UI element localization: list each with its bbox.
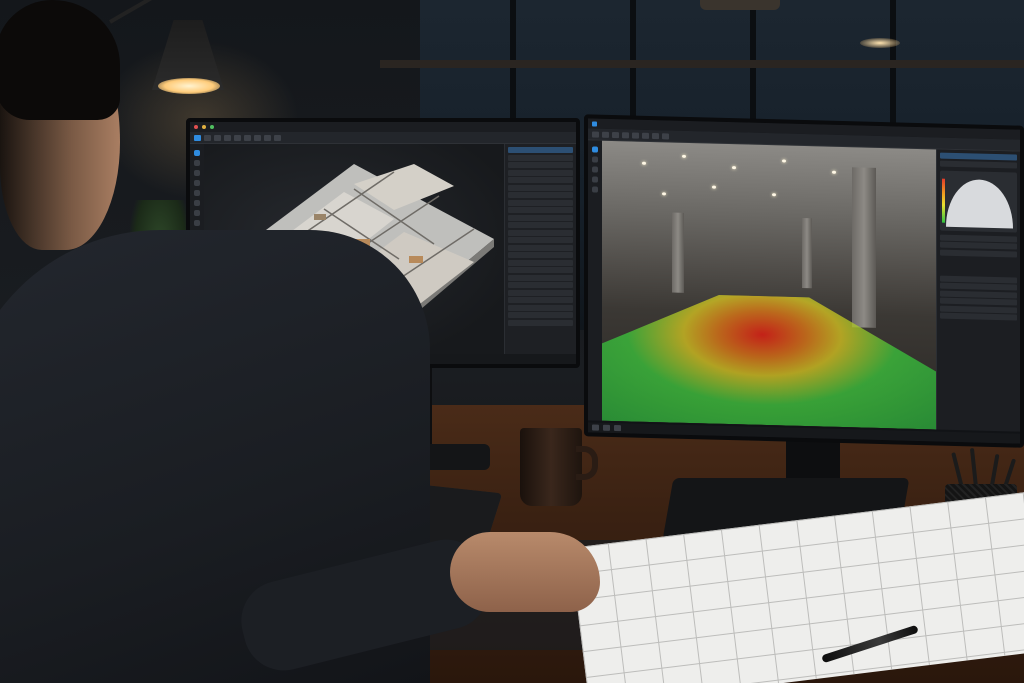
interior-column: [852, 167, 876, 328]
toolbar-tool-icon[interactable]: [662, 132, 669, 139]
interior-column: [802, 217, 812, 289]
panel-row[interactable]: [508, 304, 573, 311]
panel-row[interactable]: [508, 207, 573, 213]
toolbar-tool-icon[interactable]: [244, 134, 251, 141]
panel-row[interactable]: [508, 214, 573, 221]
panel-row[interactable]: [508, 274, 573, 281]
rail-tool-icon[interactable]: [194, 170, 200, 176]
panel-row[interactable]: [940, 249, 1017, 258]
toolbar-tool-icon[interactable]: [612, 131, 619, 138]
mug-handle: [576, 446, 598, 480]
ceiling-fixture-icon: [700, 0, 780, 10]
app-logo-icon: [592, 120, 597, 127]
toolbar-tool-icon[interactable]: [642, 132, 649, 139]
panel-row[interactable]: [508, 297, 573, 303]
toolbar-tool-icon[interactable]: [274, 134, 281, 141]
ceiling-light-icon: [832, 170, 836, 174]
ceiling-light-icon: [772, 193, 776, 197]
panel-row[interactable]: [940, 282, 1017, 291]
ceiling-light-icon: [712, 185, 716, 189]
lamp-bulb: [158, 78, 220, 94]
panel-row[interactable]: [508, 177, 573, 183]
toolbar-tool-icon[interactable]: [264, 134, 271, 141]
window-dot-icon[interactable]: [210, 125, 214, 129]
interior-column: [672, 212, 684, 293]
panel-row[interactable]: [508, 192, 573, 198]
heatmap-interior-viewport[interactable]: [602, 140, 936, 430]
panel-row[interactable]: [940, 160, 1017, 169]
panel-row[interactable]: [508, 229, 573, 236]
window-dot-icon[interactable]: [194, 125, 198, 129]
panel-row[interactable]: [508, 162, 573, 168]
rail-tool-icon[interactable]: [194, 160, 200, 166]
status-icon: [603, 424, 610, 431]
ceiling-light-icon: [642, 161, 646, 165]
toolbar-tool-icon[interactable]: [632, 131, 639, 139]
coffee-mug-icon: [520, 428, 582, 506]
panel-row[interactable]: [508, 222, 573, 228]
toolbar-tool-icon[interactable]: [214, 134, 221, 141]
panel-row[interactable]: [508, 237, 573, 243]
toolbar-tool-icon[interactable]: [254, 134, 261, 141]
panel-row[interactable]: [508, 319, 573, 326]
ceiling-light-icon: [860, 38, 900, 48]
mouse-icon: [450, 532, 600, 612]
rail-tool-icon[interactable]: [194, 180, 200, 186]
properties-panel: [504, 144, 576, 354]
panel-row[interactable]: [508, 282, 573, 288]
status-icon: [592, 424, 599, 431]
rail-tool-icon[interactable]: [592, 166, 598, 173]
photo-scene: [0, 0, 1024, 683]
left-app-toolbar: [190, 132, 576, 144]
rail-tool-icon[interactable]: [592, 176, 598, 183]
ceiling-light-icon: [682, 154, 686, 158]
rail-tool-icon[interactable]: [592, 146, 598, 153]
toolbar-tool-icon[interactable]: [622, 131, 629, 138]
rail-tool-icon[interactable]: [194, 190, 200, 196]
panel-row[interactable]: [508, 199, 573, 206]
toolbar-tool-icon[interactable]: [592, 130, 599, 138]
ceiling-light-icon: [732, 166, 736, 170]
panel-row[interactable]: [940, 297, 1017, 306]
status-icon: [614, 425, 621, 432]
toolbar-tool-icon[interactable]: [194, 134, 201, 141]
rail-tool-icon[interactable]: [194, 210, 200, 216]
rail-tool-icon[interactable]: [194, 150, 200, 156]
toolbar-tool-icon[interactable]: [602, 131, 609, 138]
toolbar-tool-icon[interactable]: [224, 134, 231, 141]
right-monitor: [584, 114, 1024, 448]
distribution-chart: [940, 170, 1017, 233]
panel-row[interactable]: [508, 259, 573, 266]
ceiling-light-icon: [662, 192, 666, 196]
ceiling-light-icon: [782, 159, 786, 163]
analysis-panel: [936, 149, 1020, 432]
panel-row[interactable]: [508, 252, 573, 258]
panel-row[interactable]: [508, 312, 573, 318]
window-dot-icon[interactable]: [202, 125, 206, 129]
toolbar-tool-icon[interactable]: [652, 132, 659, 139]
person-hair: [0, 0, 120, 120]
occupancy-heatmap-overlay: [602, 292, 936, 430]
panel-row[interactable]: [940, 312, 1017, 321]
panel-row[interactable]: [508, 154, 573, 161]
panel-row[interactable]: [940, 241, 1017, 250]
toolbar-tool-icon[interactable]: [204, 134, 211, 141]
background-shelf: [380, 60, 1024, 68]
rail-tool-icon[interactable]: [194, 220, 200, 226]
heatmap-legend-bar: [942, 178, 945, 223]
toolbar-tool-icon[interactable]: [234, 134, 241, 141]
panel-row[interactable]: [508, 267, 573, 273]
panel-row[interactable]: [508, 289, 573, 296]
panel-row[interactable]: [508, 184, 573, 191]
panel-row[interactable]: [508, 244, 573, 251]
panel-row[interactable]: [940, 152, 1017, 161]
right-tool-rail: [588, 140, 602, 421]
panel-row[interactable]: [508, 169, 573, 176]
rail-tool-icon[interactable]: [592, 186, 598, 193]
panel-row[interactable]: [508, 147, 573, 153]
distribution-curve: [946, 178, 1013, 228]
rail-tool-icon[interactable]: [592, 156, 598, 163]
left-app-titlebar: [190, 122, 576, 132]
rail-tool-icon[interactable]: [194, 200, 200, 206]
